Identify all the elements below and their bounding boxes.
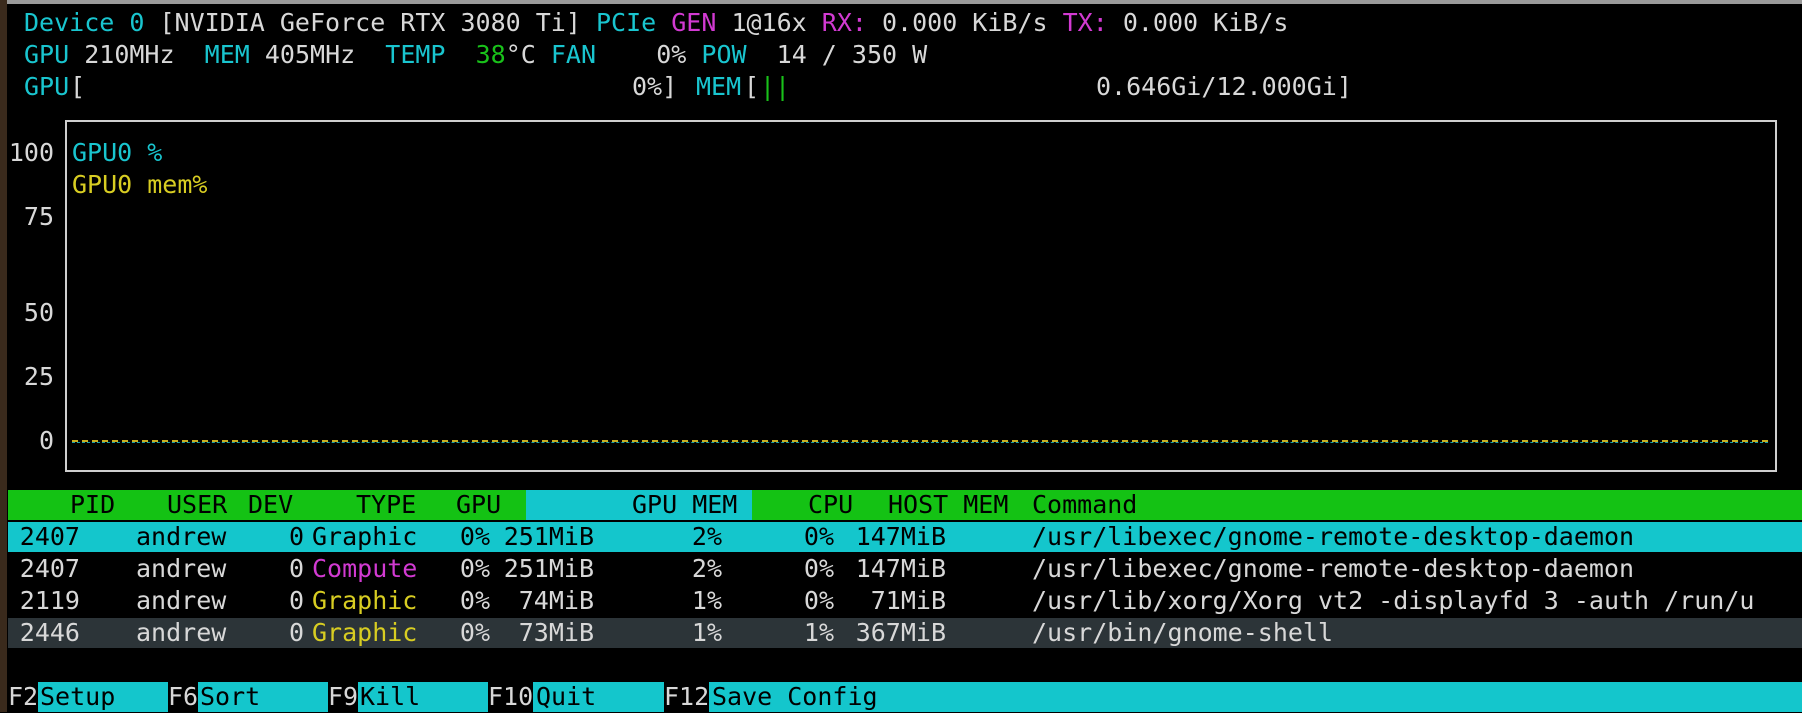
cell-gpu-mem-pct: 2% [691, 554, 722, 583]
device-info-line: Device 0 [NVIDIA GeForce RTX 3080 Ti] PC… [24, 7, 1288, 39]
cell-user: andrew [136, 554, 227, 583]
f12-key[interactable]: F12 [664, 681, 710, 713]
cell-gpu-mem-pct: 1% [691, 586, 722, 615]
fan-label: FAN [550, 40, 627, 69]
header-dev[interactable]: DEV [248, 489, 293, 521]
device-name: [NVIDIA GeForce RTX 3080 Ti] [144, 8, 596, 37]
cell-dev: 0 [288, 618, 304, 647]
header-host-mem[interactable]: HOST MEM [888, 489, 1008, 521]
power-label: POW [701, 40, 777, 69]
gpu-bar-open: [ [70, 72, 86, 101]
rx-value: 0.000 KiB/s [881, 8, 1063, 37]
pcie-label: PCIe [595, 8, 672, 37]
cell-dev: 0 [288, 554, 304, 583]
header-pid[interactable]: PID [70, 489, 115, 521]
gpu-clock-label: GPU [24, 40, 85, 69]
cell-user: andrew [136, 522, 227, 551]
temp-value: 38 [475, 40, 506, 69]
cell-user: andrew [136, 618, 227, 647]
cell-dev: 0 [288, 586, 304, 615]
tx-label: TX: [1062, 8, 1123, 37]
header-user[interactable]: USER [167, 489, 227, 521]
table-row[interactable]: 2407 andrew 0 Graphic 0% 251MiB 2% 0% 147MiB/usr… [8, 522, 1802, 552]
cell-type: Graphic [312, 522, 418, 551]
cell-gpu-mem-pct: 1% [691, 618, 722, 647]
cell-type: Graphic [312, 586, 418, 615]
quit-button[interactable]: Quit [536, 681, 596, 713]
gpu-bar-value: 0%] [632, 72, 678, 101]
table-row[interactable]: 2119 andrew 0 Graphic 0% 74MiB 1% 0% 71MiB/usr/l… [8, 586, 1802, 616]
series-line-gpu [72, 442, 1768, 443]
y-tick-75: 75 [23, 202, 54, 231]
cell-type: Graphic [312, 618, 418, 647]
rx-label: RX: [821, 8, 882, 37]
y-tick-50: 50 [23, 298, 54, 327]
cell-type: Compute [312, 554, 418, 583]
y-tick-25: 25 [23, 362, 54, 391]
cell-host-mem: 147MiB [855, 522, 946, 551]
cell-command: /usr/lib/xorg/Xorg vt2 -displayfd 3 -aut… [1032, 586, 1755, 615]
gen-label: GEN [671, 8, 732, 37]
cell-host-mem: 71MiB [870, 586, 946, 615]
device-label: Device 0 [24, 8, 145, 37]
cell-gpu-mem: 73MiB [518, 618, 594, 647]
y-tick-100: 100 [8, 138, 54, 167]
f10-key[interactable]: F10 [488, 681, 534, 713]
cell-gpu-mem: 74MiB [518, 586, 594, 615]
cell-pid: 2119 [19, 586, 80, 615]
cell-pid: 2407 [19, 554, 80, 583]
cell-pid: 2407 [19, 522, 80, 551]
tx-value: 0.000 KiB/s [1122, 8, 1289, 37]
mem-bar-label: MEM [696, 72, 742, 101]
save-config-button[interactable]: Save Config [712, 681, 878, 713]
table-row[interactable]: 2446 andrew 0 Graphic 0% 73MiB 1% 1% 367MiB/usr/… [8, 618, 1802, 648]
mem-clock-label: MEM [204, 40, 265, 69]
f9-key[interactable]: F9 [328, 681, 359, 713]
window-top-border [0, 0, 1802, 4]
y-tick-0: 0 [38, 426, 54, 455]
cell-host-mem: 367MiB [855, 618, 946, 647]
cell-pid: 2446 [19, 618, 80, 647]
legend-gpu-mem-percent: GPU0 mem% [72, 170, 208, 199]
mem-clock-value: 405MHz [264, 40, 386, 69]
function-key-bar: F2 Setup F6 Sort F9 Kill F10 Quit F12 Sa… [8, 681, 1802, 713]
temp-unit: °C [505, 40, 551, 69]
fan-value: 0% [626, 40, 702, 69]
header-gpu[interactable]: GPU [456, 489, 501, 521]
clock-info-line: GPU 210MHz MEM 405MHz TEMP 38°C FAN 0% P… [24, 39, 927, 71]
header-cpu[interactable]: CPU [808, 489, 853, 521]
cell-gpu-mem: 251MiB [503, 522, 594, 551]
cell-gpu-mem-pct: 2% [691, 522, 722, 551]
setup-button[interactable]: Setup [40, 681, 115, 713]
cell-user: andrew [136, 586, 227, 615]
power-value: 14 / 350 W [776, 40, 928, 69]
header-command[interactable]: Command [1032, 489, 1137, 521]
header-gpu-mem[interactable]: GPU MEM [632, 489, 737, 521]
mem-bar-open: [ [744, 72, 760, 101]
table-row[interactable]: 2407 andrew 0 Compute 0% 251MiB 2% 0% 147MiB/usr… [8, 554, 1802, 584]
utilization-chart [65, 120, 1777, 472]
cell-command: /usr/libexec/gnome-remote-desktop-daemon [1032, 554, 1635, 583]
gpu-bar-label: GPU [24, 72, 70, 101]
sort-button[interactable]: Sort [200, 681, 260, 713]
f6-key[interactable]: F6 [168, 681, 199, 713]
mem-bar-fill: || [760, 72, 791, 101]
cell-dev: 0 [288, 522, 304, 551]
header-type[interactable]: TYPE [356, 489, 416, 521]
legend-gpu-percent: GPU0 % [72, 138, 163, 167]
kill-button[interactable]: Kill [360, 681, 420, 713]
cell-command: /usr/libexec/gnome-remote-desktop-daemon [1032, 522, 1635, 551]
temp-label: TEMP [385, 40, 476, 69]
process-table-header: PID USER DEV TYPE GPU GPU MEM CPU HOST M… [8, 490, 1802, 520]
cell-host-mem: 147MiB [855, 554, 946, 583]
mem-bar-value: 0.646Gi/12.000Gi] [1096, 72, 1352, 101]
cell-gpu-mem: 251MiB [503, 554, 594, 583]
gpu-clock-value: 210MHz [84, 40, 205, 69]
gen-value: 1@16x [731, 8, 822, 37]
cell-command: /usr/bin/gnome-shell [1032, 618, 1334, 647]
f2-key[interactable]: F2 [8, 681, 39, 713]
